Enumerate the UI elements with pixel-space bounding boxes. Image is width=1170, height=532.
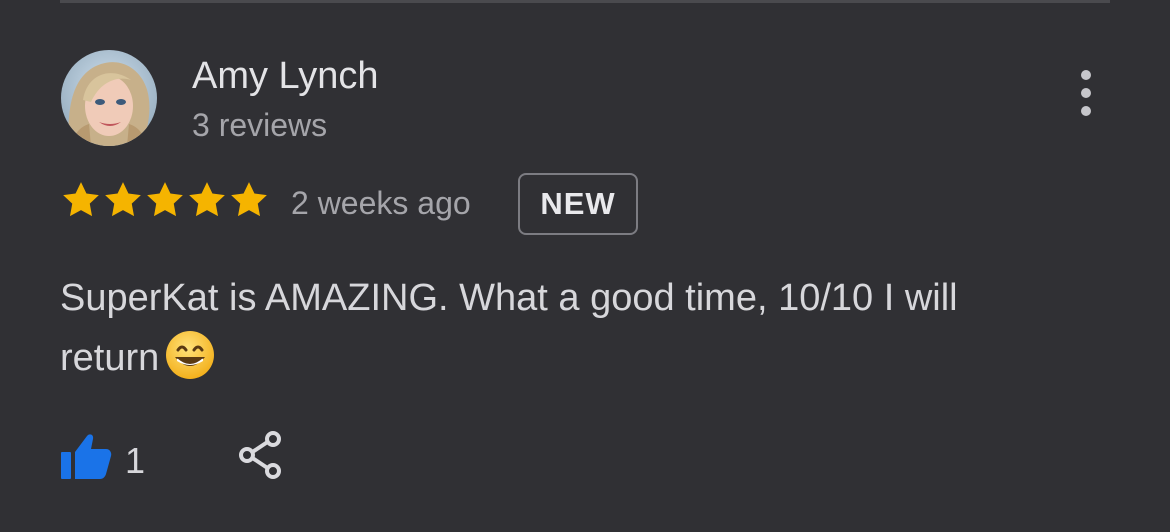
star-rating — [60, 178, 270, 224]
grinning-face-emoji-icon — [165, 330, 215, 398]
star-icon — [231, 182, 267, 217]
review-text-block: SuperKat is AMAZING. What a good time, 1… — [60, 268, 1060, 398]
review-time: 2 weeks ago — [291, 185, 471, 221]
like-button[interactable] — [60, 432, 112, 480]
like-count: 1 — [125, 440, 146, 481]
author-name[interactable]: Amy Lynch — [192, 54, 379, 98]
star-icon — [147, 182, 183, 217]
star-icon — [189, 182, 225, 217]
more-dot — [1081, 88, 1091, 98]
more-options-button[interactable] — [1070, 70, 1102, 116]
avatar-image — [61, 50, 157, 146]
star-icon — [63, 182, 99, 217]
share-icon — [239, 431, 281, 479]
thumbs-up-icon — [61, 434, 112, 479]
new-badge: NEW — [518, 173, 638, 235]
share-button[interactable] — [238, 431, 282, 479]
author-review-count: 3 reviews — [192, 107, 328, 143]
more-vertical-icon — [1081, 70, 1091, 80]
avatar[interactable] — [61, 50, 157, 146]
top-divider — [60, 0, 1110, 3]
star-icon — [105, 182, 141, 217]
more-dot — [1081, 106, 1091, 116]
